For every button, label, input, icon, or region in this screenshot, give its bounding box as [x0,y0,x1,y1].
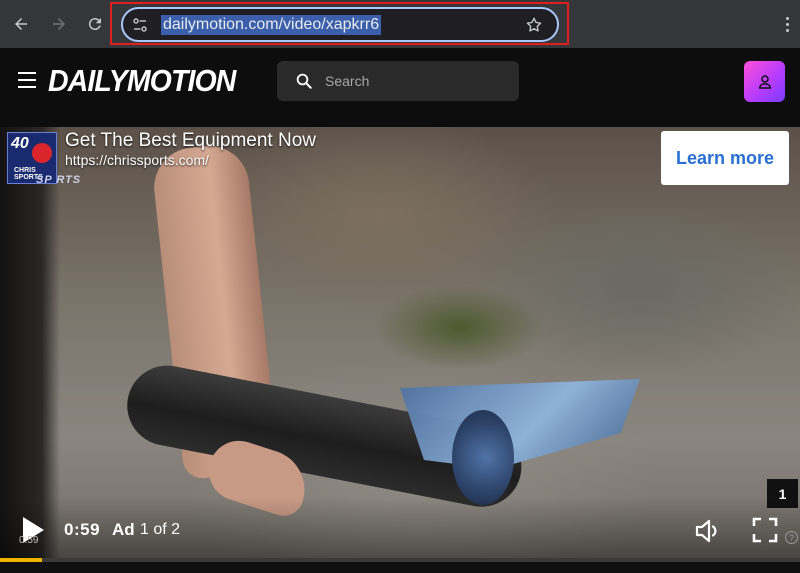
ad-label: Ad [112,520,135,539]
arrow-right-icon [53,18,65,30]
forward-button[interactable] [47,12,71,36]
user-icon [758,74,771,89]
search-box[interactable] [277,61,519,101]
advertiser-logo-number: 40 [11,135,29,152]
kebab-menu-icon[interactable] [780,12,794,36]
hamburger-menu-icon[interactable] [18,72,36,88]
advertiser-logo-sub: SP RTS [36,174,82,186]
video-player[interactable]: 40 CHRIS SPORTS SP RTS Get The Best Equi… [0,127,800,573]
video-frame-mat-print [400,379,640,469]
ad-url[interactable]: https://chrissports.com/ [65,152,209,168]
ad-position: 1 of 2 [140,521,181,538]
ad-time-remaining: 0:59 [64,520,101,539]
search-input[interactable] [325,70,505,92]
reload-icon [88,18,101,31]
address-bar[interactable]: dailymotion.com/video/xapkrr6 [121,7,559,42]
account-button[interactable] [744,61,785,102]
help-icon[interactable]: ? [785,531,798,544]
tune-icon[interactable] [132,17,148,33]
player-bottom-bar [0,562,800,573]
ad-title[interactable]: Get The Best Equipment Now [65,130,316,152]
volume-icon[interactable] [694,517,722,545]
star-icon[interactable] [525,16,543,34]
site-header: DAILYMOTION [0,48,800,114]
arrow-left-icon [15,18,27,30]
tiny-time-label: 0:59 [19,535,39,546]
reload-button[interactable] [83,12,107,36]
learn-more-button[interactable]: Learn more [661,131,789,185]
ball-icon [32,143,52,163]
fullscreen-icon[interactable] [752,517,778,543]
search-icon [296,73,312,89]
url-text[interactable]: dailymotion.com/video/xapkrr6 [161,15,382,35]
browser-toolbar: dailymotion.com/video/xapkrr6 [0,0,800,48]
back-button[interactable] [9,12,33,36]
video-frame-mat-end [452,410,514,505]
site-logo[interactable]: DAILYMOTION [48,63,236,99]
